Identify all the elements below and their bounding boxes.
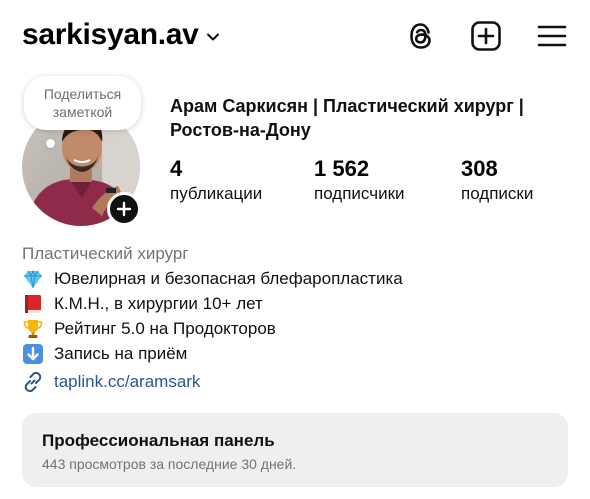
- bio-link-text: taplink.cc/aramsark: [54, 372, 201, 391]
- bio-line: Ювелирная и безопасная блефаропластика: [22, 266, 570, 291]
- professional-dashboard-subtitle: 443 просмотров за последние 30 дней.: [42, 456, 297, 472]
- account-switcher[interactable]: sarkisyan.av: [22, 18, 221, 52]
- bio-line-text: К.М.Н., в хирургии 10+ лет: [54, 294, 263, 313]
- book-icon: [25, 294, 41, 313]
- following-count: 308: [461, 156, 498, 181]
- stat-followers[interactable]: 1 562 подписчики: [314, 156, 405, 206]
- bio-line-text: Рейтинг 5.0 на Продокторов: [54, 319, 276, 338]
- bio-line: К.М.Н., в хирургии 10+ лет: [22, 291, 570, 316]
- link-icon: [24, 371, 42, 393]
- plus-icon: [116, 201, 132, 217]
- profile-full-name: Арам Саркисян | Пластический хирург | Ро…: [170, 96, 524, 140]
- profile-header: sarkisyan.av: [0, 0, 590, 72]
- profile-page: sarkisyan.av Поделиться заметкой Арам Са…: [0, 0, 590, 499]
- stat-posts[interactable]: 4 публикации: [170, 156, 262, 206]
- share-note-bubble[interactable]: Поделиться заметкой: [24, 76, 141, 130]
- username: sarkisyan.av: [22, 18, 199, 51]
- bio-line: Рейтинг 5.0 на Продокторов: [22, 316, 570, 341]
- professional-dashboard-title: Профессиональная панель: [42, 431, 275, 450]
- followers-count: 1 562: [314, 156, 370, 181]
- bio-line: Запись на приём: [22, 341, 570, 366]
- bio-category: Пластический хирург: [22, 244, 189, 263]
- following-label: подписки: [461, 184, 534, 203]
- down-arrow-icon: [23, 343, 43, 364]
- posts-label: публикации: [170, 184, 263, 203]
- trophy-icon: [23, 319, 43, 338]
- new-post-icon[interactable]: [469, 19, 503, 53]
- professional-dashboard[interactable]: Профессиональная панель 443 просмотров з…: [22, 413, 568, 487]
- bio-line-text: Запись на приём: [54, 344, 188, 363]
- bio-line-text: Ювелирная и безопасная блефаропластика: [54, 269, 403, 288]
- share-note-text: Поделиться заметкой: [43, 86, 122, 120]
- gem-icon: [24, 269, 42, 288]
- followers-label: подписчики: [314, 184, 405, 203]
- stat-following[interactable]: 308 подписки: [461, 156, 533, 206]
- threads-icon[interactable]: [404, 19, 438, 53]
- posts-count: 4: [170, 156, 183, 181]
- note-bubble-tail: [46, 139, 55, 148]
- chevron-down-icon: [206, 33, 219, 41]
- profile-bio: Пластический хирург Ювелирная и безопасн…: [22, 242, 570, 366]
- add-story-button[interactable]: [107, 192, 141, 226]
- bio-link[interactable]: taplink.cc/aramsark: [22, 371, 200, 393]
- menu-icon[interactable]: [535, 19, 569, 53]
